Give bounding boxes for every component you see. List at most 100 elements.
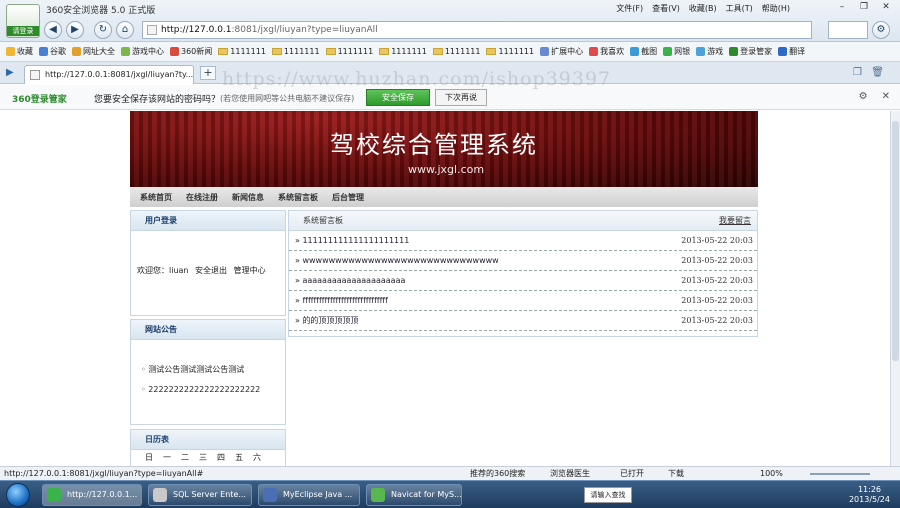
tab-active[interactable]: http://127.0.0.1:8081/jxgl/liuyan?ty... bbox=[24, 65, 194, 84]
heart-icon bbox=[589, 47, 599, 56]
logout-link[interactable]: 安全退出 bbox=[195, 266, 227, 275]
bookmark-folder-4[interactable]: 1111111 bbox=[379, 47, 427, 56]
task-myeclipse[interactable]: MyEclipse Java ... bbox=[258, 484, 360, 506]
games-menu[interactable]: 游戏 bbox=[696, 46, 723, 57]
notice-item[interactable]: ◦ 测试公告测试测试公告测试 bbox=[141, 360, 260, 380]
folder-icon bbox=[486, 48, 497, 55]
nav-admin[interactable]: 后台管理 bbox=[332, 192, 364, 203]
task-browser[interactable]: http://127.0.0.1... bbox=[42, 484, 142, 506]
minimize-button[interactable]: – bbox=[832, 1, 852, 13]
save-password-button[interactable]: 安全保存 bbox=[366, 89, 430, 106]
navigation-row: ◀ ▶ ↻ ⌂ http://127.0.0.1:8081/jxgl/liuya… bbox=[44, 20, 894, 40]
opened-indicator[interactable]: 已打开 bbox=[620, 467, 644, 480]
360-logo[interactable]: 请登录 bbox=[6, 4, 40, 38]
menu-favorites[interactable]: 收藏(B) bbox=[689, 3, 717, 14]
bookmark-games[interactable]: 游戏中心 bbox=[121, 46, 164, 57]
recommended-search[interactable]: 推荐的360搜索 bbox=[470, 467, 525, 480]
address-bar[interactable]: http://127.0.0.1:8081/jxgl/liuyan?type=l… bbox=[142, 21, 812, 39]
nav-register[interactable]: 在线注册 bbox=[186, 192, 218, 203]
menu-bar: 文件(F) 查看(V) 收藏(B) 工具(T) 帮助(H) bbox=[616, 3, 790, 14]
close-icon[interactable]: ✕ bbox=[882, 91, 890, 102]
notice-box: 网站公告 ◦ 测试公告测试测试公告测试 ◦ 222222222222222222… bbox=[130, 319, 286, 425]
bank-icon bbox=[663, 47, 673, 56]
translate[interactable]: 翻译 bbox=[778, 46, 805, 57]
calendar-weekdays: 日 一 二 三 四 五 六 bbox=[145, 453, 261, 462]
save-password-question: 您要安全保存该网站的密码吗？ bbox=[94, 95, 221, 105]
message-board-header: 系统留言板 我要留言 bbox=[289, 211, 757, 231]
menu-file[interactable]: 文件(F) bbox=[616, 3, 643, 14]
message-row[interactable]: » wwwwwwwwwwwwwwwwwwwwwwwwwwwwww 2013-05-… bbox=[289, 251, 757, 271]
calendar-box-title: 日历表 bbox=[131, 430, 285, 450]
clock[interactable]: 11:26 2013/5/24 bbox=[849, 485, 890, 505]
sidebar-toggle-icon[interactable]: ▶ bbox=[6, 67, 14, 78]
bookmark-folder-1[interactable]: 1111111 bbox=[218, 47, 266, 56]
address-path: :8081/jxgl/liuyan?type=liuyanAll bbox=[231, 25, 378, 35]
menu-tools[interactable]: 工具(T) bbox=[726, 3, 753, 14]
message-board-title: 系统留言板 bbox=[303, 216, 343, 225]
site-nav: 系统首页 在线注册 新闻信息 系统留言板 后台管理 bbox=[130, 187, 758, 207]
bookmark-news[interactable]: 360新闻 bbox=[170, 46, 212, 57]
bookmark-folder-6[interactable]: 1111111 bbox=[486, 47, 534, 56]
input-method[interactable]: 请输入查找 bbox=[584, 487, 632, 503]
message-row[interactable]: » aaaaaaaaaaaaaaaaaaaaa 2013-05-22 20:03 bbox=[289, 271, 757, 291]
status-bar: http://127.0.0.1:8081/jxgl/liuyan?type=l… bbox=[0, 466, 900, 480]
remind-later-button[interactable]: 下次再说 bbox=[435, 89, 487, 106]
task-navicat[interactable]: Navicat for MyS... bbox=[366, 484, 462, 506]
tab-strip: ▶ http://127.0.0.1:8081/jxgl/liuyan?ty..… bbox=[0, 62, 900, 84]
bookmark-folder-3[interactable]: 1111111 bbox=[325, 47, 373, 56]
zoom-slider[interactable] bbox=[810, 473, 870, 475]
leave-message-link[interactable]: 我要留言 bbox=[719, 211, 751, 231]
notice-item[interactable]: ◦ 2222222222222222222222 bbox=[141, 380, 260, 400]
home-icon[interactable]: ⌂ bbox=[116, 21, 134, 39]
message-row[interactable]: » fffffffffffffffffffffffffffffff 2013-05… bbox=[289, 291, 757, 311]
bookmark-google[interactable]: 谷歌 bbox=[39, 46, 66, 57]
login-manager[interactable]: 登录管家 bbox=[729, 46, 772, 57]
trash-icon[interactable]: 🗑 bbox=[871, 67, 884, 78]
settings-icon[interactable]: ⚙ bbox=[872, 21, 890, 39]
tab-list-icon[interactable]: ❐ bbox=[853, 67, 862, 78]
page-scrollbar[interactable] bbox=[890, 111, 900, 466]
zoom-level[interactable]: 100% bbox=[760, 467, 783, 480]
close-button[interactable]: ✕ bbox=[876, 1, 896, 13]
folder-icon bbox=[379, 48, 390, 55]
browser-title-bar: 请登录 360安全浏览器 5.0 正式版 文件(F) 查看(V) 收藏(B) 工… bbox=[0, 0, 900, 42]
message-row[interactable]: » 的的顶顶顶顶顶 2013-05-22 20:03 bbox=[289, 311, 757, 331]
nav-message-board[interactable]: 系统留言板 bbox=[278, 192, 318, 203]
screenshot[interactable]: 截图 bbox=[630, 46, 657, 57]
refresh-icon[interactable]: ↻ bbox=[94, 21, 112, 39]
extension-center[interactable]: 扩展中心 bbox=[540, 46, 583, 57]
restore-button[interactable]: ❐ bbox=[854, 1, 874, 13]
scrollbar-thumb[interactable] bbox=[892, 121, 899, 361]
system-tray: 请输入查找 11:26 2013/5/24 bbox=[576, 483, 896, 507]
online-banking[interactable]: 网银 bbox=[663, 46, 690, 57]
admin-center-link[interactable]: 管理中心 bbox=[234, 266, 266, 275]
new-tab-button[interactable]: + bbox=[200, 66, 216, 80]
myeclipse-icon bbox=[263, 488, 277, 502]
notice-box-title: 网站公告 bbox=[131, 320, 285, 340]
browser-icon bbox=[47, 488, 61, 502]
start-button[interactable] bbox=[6, 483, 30, 507]
login-box-title: 用户登录 bbox=[131, 211, 285, 231]
scissors-icon bbox=[630, 47, 640, 56]
nav-news[interactable]: 新闻信息 bbox=[232, 192, 264, 203]
forward-icon[interactable]: ▶ bbox=[66, 21, 84, 39]
star-icon bbox=[6, 47, 15, 56]
menu-help[interactable]: 帮助(H) bbox=[762, 3, 790, 14]
message-row[interactable]: » 111111111111111111111 2013-05-22 20:03 bbox=[289, 231, 757, 251]
browser-doctor[interactable]: 浏览器医生 bbox=[550, 467, 590, 480]
bookmark-favorites[interactable]: 收藏 bbox=[6, 46, 33, 57]
back-icon[interactable]: ◀ bbox=[44, 21, 62, 39]
menu-view[interactable]: 查看(V) bbox=[652, 3, 680, 14]
bookmark-hao[interactable]: 网址大全 bbox=[72, 46, 115, 57]
search-box[interactable] bbox=[828, 21, 868, 39]
bookmark-folder-5[interactable]: 1111111 bbox=[432, 47, 480, 56]
login-label[interactable]: 请登录 bbox=[7, 26, 39, 36]
download-button[interactable]: 下载 bbox=[668, 467, 684, 480]
my-favorites[interactable]: 我喜欢 bbox=[589, 46, 624, 57]
gear-icon[interactable]: ⚙ bbox=[859, 91, 868, 102]
task-sql-server[interactable]: SQL Server Ente... bbox=[148, 484, 252, 506]
nav-home[interactable]: 系统首页 bbox=[140, 192, 172, 203]
folder-icon bbox=[432, 48, 443, 55]
bookmark-folder-2[interactable]: 1111111 bbox=[271, 47, 320, 56]
page-favicon-icon bbox=[147, 25, 157, 35]
